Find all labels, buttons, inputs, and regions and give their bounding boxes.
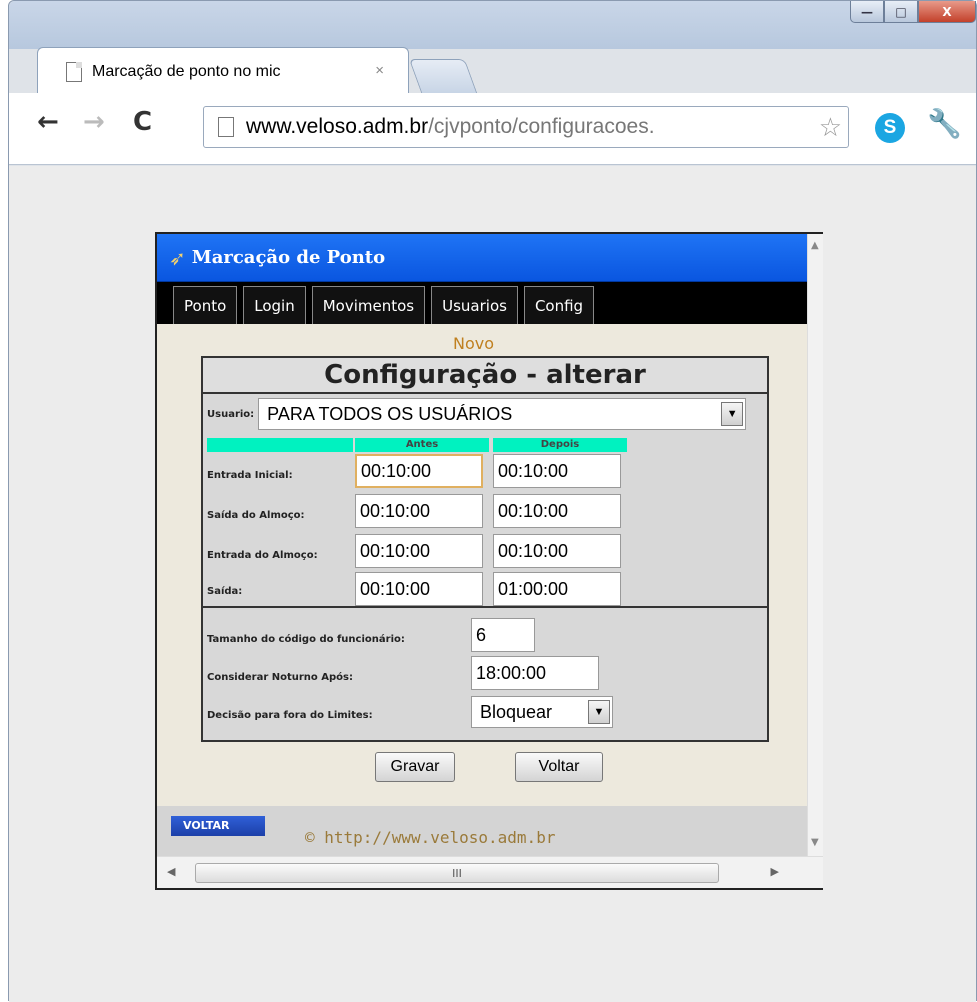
browser-window: — □ X Marcação de ponto no mic × ← → C w… — [8, 0, 977, 1002]
tab-close-icon[interactable]: × — [375, 62, 384, 79]
new-tab-button[interactable] — [408, 59, 478, 93]
copyright-text: © http://www.veloso.adm.br — [305, 828, 556, 847]
page-footer: VOLTAR © http://www.veloso.adm.br — [157, 806, 807, 856]
scroll-grip: III — [452, 866, 462, 880]
saida-depois-input[interactable]: 01:00:00 — [493, 572, 621, 606]
novo-link[interactable]: Novo — [453, 334, 494, 353]
minimize-button[interactable]: — — [850, 1, 884, 23]
saida-antes-input[interactable]: 00:10:00 — [355, 572, 483, 606]
app-header: ➶ Marcação de Ponto — [157, 234, 807, 282]
row-label-entrada-almoco: Entrada do Almoço: — [207, 550, 318, 561]
usuario-row: Usuario: PARA TODOS OS USUÁRIOS ▼ — [207, 398, 747, 430]
dropdown-arrow-icon: ▼ — [721, 402, 744, 426]
col-depois: Depois — [493, 438, 627, 452]
page-icon — [218, 117, 234, 137]
app-logo-icon: ➶ — [169, 245, 186, 270]
tab-title: Marcação de ponto no mic — [92, 62, 281, 80]
bookmark-star-icon[interactable]: ☆ — [819, 113, 842, 143]
browser-content: ➶ Marcação de Ponto Ponto Login Moviment… — [9, 166, 976, 1002]
reload-button[interactable]: C — [133, 107, 152, 137]
app-title: Marcação de Ponto — [191, 247, 386, 268]
embedded-page-frame: ➶ Marcação de Ponto Ponto Login Moviment… — [155, 232, 823, 890]
menu-ponto[interactable]: Ponto — [173, 286, 238, 324]
page-icon — [66, 61, 82, 82]
config-form: Configuração - alterar Usuario: PARA TOD… — [201, 356, 769, 742]
row-label-saida: Saída: — [207, 586, 243, 597]
app-menu: Ponto Login Movimentos Usuarios Config — [157, 282, 807, 324]
maximize-button[interactable]: □ — [884, 1, 918, 23]
skype-icon[interactable]: S — [875, 113, 905, 143]
gravar-button[interactable]: Gravar — [375, 752, 455, 782]
url-text: www.veloso.adm.br/cjvponto/configuracoes… — [246, 115, 655, 139]
dropdown-arrow-icon: ▼ — [588, 700, 610, 724]
url-path: /cjvponto/configuracoes. — [428, 115, 655, 138]
col-antes: Antes — [355, 438, 489, 452]
url-host: www.veloso.adm.br — [246, 115, 429, 138]
browser-tab[interactable]: Marcação de ponto no mic × — [37, 47, 409, 95]
entrada-almoco-antes-input[interactable]: 00:10:00 — [355, 534, 483, 568]
entrada-inicial-depois-input[interactable]: 00:10:00 — [493, 454, 621, 488]
window-controls: — □ X — [850, 1, 976, 23]
entrada-almoco-depois-input[interactable]: 00:10:00 — [493, 534, 621, 568]
tamanho-label: Tamanho do código do funcionário: — [207, 634, 405, 645]
vertical-scrollbar[interactable]: ▲ ▼ — [807, 234, 823, 856]
tamanho-input[interactable]: 6 — [471, 618, 535, 652]
scroll-left-icon[interactable]: ◀ — [167, 865, 175, 878]
scroll-down-icon[interactable]: ▼ — [811, 837, 819, 848]
decisao-label: Decisão para fora do Limites: — [207, 710, 373, 721]
entrada-inicial-antes-input[interactable]: 00:10:00 — [355, 454, 483, 488]
section-divider — [203, 606, 767, 608]
noturno-label: Considerar Noturno Após: — [207, 672, 354, 683]
scroll-thumb[interactable]: III — [195, 863, 719, 883]
title-bar: — □ X — [9, 1, 976, 49]
address-bar[interactable]: www.veloso.adm.br/cjvponto/configuracoes… — [203, 106, 849, 148]
row-label-entrada-inicial: Entrada Inicial: — [207, 470, 293, 481]
row-label-saida-almoco: Saída do Almoço: — [207, 510, 305, 521]
decisao-value: Bloquear — [480, 701, 553, 722]
browser-toolbar: ← → C www.veloso.adm.br/cjvponto/configu… — [9, 93, 976, 165]
menu-config[interactable]: Config — [523, 286, 595, 324]
back-button[interactable]: ← — [37, 107, 59, 137]
scroll-up-icon[interactable]: ▲ — [811, 240, 819, 251]
noturno-input[interactable]: 18:00:00 — [471, 656, 599, 690]
form-title: Configuração - alterar — [203, 358, 767, 394]
decisao-select[interactable]: Bloquear ▼ — [471, 696, 613, 728]
header-blank — [207, 438, 353, 452]
usuario-label: Usuario: — [207, 408, 255, 420]
page-body: Novo Configuração - alterar Usuario: PAR… — [157, 324, 807, 806]
saida-almoco-depois-input[interactable]: 00:10:00 — [493, 494, 621, 528]
menu-usuarios[interactable]: Usuarios — [431, 286, 518, 324]
voltar-badge-button[interactable]: VOLTAR — [171, 816, 265, 836]
close-button[interactable]: X — [918, 1, 976, 23]
saida-almoco-antes-input[interactable]: 00:10:00 — [355, 494, 483, 528]
wrench-icon[interactable]: 🔧 — [927, 107, 962, 140]
forward-button[interactable]: → — [83, 107, 105, 137]
usuario-value: PARA TODOS OS USUÁRIOS — [267, 403, 513, 424]
voltar-button[interactable]: Voltar — [515, 752, 603, 782]
scroll-right-icon[interactable]: ▶ — [771, 865, 779, 878]
menu-movimentos[interactable]: Movimentos — [311, 286, 426, 324]
horizontal-scrollbar[interactable]: ◀ III ▶ — [157, 856, 823, 888]
usuario-select[interactable]: PARA TODOS OS USUÁRIOS ▼ — [258, 398, 747, 430]
menu-login[interactable]: Login — [243, 286, 306, 324]
